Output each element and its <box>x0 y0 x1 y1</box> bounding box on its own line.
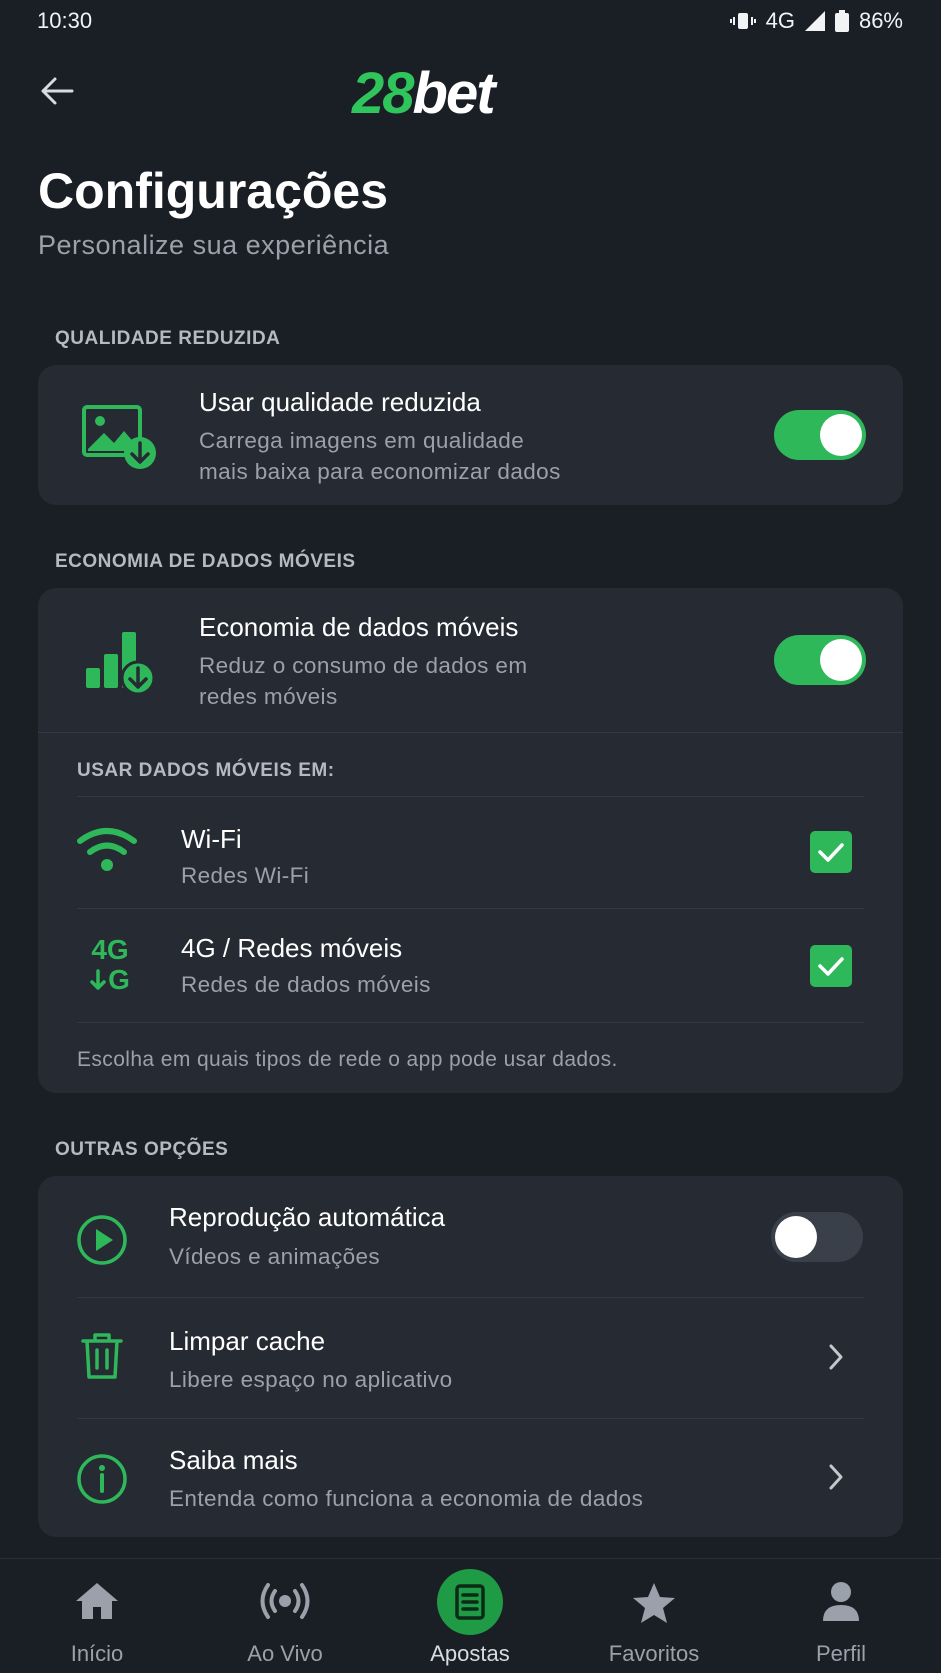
wifi-checkbox[interactable] <box>810 831 852 873</box>
reduced-quality-title: Usar qualidade reduzida <box>199 387 481 417</box>
wifi-title: Wi-Fi <box>181 824 242 854</box>
data-saver-title: Economia de dados móveis <box>199 612 519 642</box>
check-icon <box>818 957 844 976</box>
reduced-quality-row[interactable]: Usar qualidade reduzida Carrega imagens … <box>38 365 903 505</box>
back-arrow-icon <box>41 77 74 105</box>
section-label-data-saver: ECONOMIA DE DADOS MÓVEIS <box>55 551 356 572</box>
autoplay-title: Reprodução automática <box>169 1202 446 1232</box>
image-download-icon <box>80 403 160 473</box>
section-label-other: OUTRAS OPÇÕES <box>55 1139 229 1160</box>
info-circle-icon <box>76 1453 128 1505</box>
live-broadcast-icon <box>260 1581 310 1621</box>
icon-arrow-g: G <box>90 965 130 995</box>
status-icons: 4G 86% <box>729 8 903 34</box>
divider <box>38 732 903 733</box>
mobile-network-title: 4G / Redes móveis <box>181 933 403 963</box>
clear-cache-row[interactable]: Limpar cache Libere espaço no aplicativo <box>38 1298 903 1417</box>
page-title: Configurações <box>38 163 389 219</box>
learn-more-row[interactable]: Saiba mais Entenda como funciona a econo… <box>38 1419 903 1537</box>
user-icon <box>821 1581 861 1623</box>
card-data-saver: Economia de dados móveis Reduz o consumo… <box>38 588 903 1093</box>
icon-g-text: G <box>108 964 130 995</box>
reduced-quality-desc-line1: Carrega imagens em qualidade <box>199 428 525 453</box>
nav-label-home: Início <box>70 1641 124 1666</box>
wifi-row[interactable]: Wi-Fi Redes Wi-Fi <box>38 797 903 907</box>
bottom-nav: Início Ao Vivo Apostas Favoritos Perfil <box>0 1558 941 1673</box>
wifi-desc: Redes Wi-Fi <box>181 863 310 888</box>
toggle-knob <box>820 414 862 456</box>
nav-label-live: Ao Vivo <box>247 1641 323 1666</box>
data-saver-desc-line2: redes móveis <box>199 684 338 709</box>
use-data-label: USAR DADOS MÓVEIS EM: <box>77 760 335 781</box>
active-indicator <box>437 1569 503 1635</box>
data-saver-desc-line1: Reduz o consumo de dados em <box>199 653 528 678</box>
toggle-knob <box>775 1216 817 1258</box>
logo-number: 28 <box>352 61 414 126</box>
reduced-quality-desc-line2: mais baixa para economizar dados <box>199 459 561 484</box>
wifi-icon <box>76 827 138 875</box>
nav-item-profile[interactable]: Perfil <box>747 1559 935 1673</box>
clear-cache-title: Limpar cache <box>169 1326 326 1356</box>
nav-item-live[interactable]: Ao Vivo <box>191 1559 379 1673</box>
network-type: 4G <box>765 8 795 33</box>
nav-item-home[interactable]: Início <box>3 1559 191 1673</box>
nav-label-favorites: Favoritos <box>608 1641 700 1666</box>
home-icon <box>74 1581 120 1621</box>
autoplay-row[interactable]: Reprodução automática Vídeos e animações <box>38 1176 903 1297</box>
brand-logo: 28bet <box>352 56 496 132</box>
nav-item-favorites[interactable]: Favoritos <box>560 1559 748 1673</box>
network-footnote: Escolha em quais tipos de rede o app pod… <box>77 1048 618 1071</box>
learn-more-desc: Entenda como funciona a economia de dado… <box>169 1486 644 1511</box>
autoplay-desc: Vídeos e animações <box>169 1244 381 1269</box>
battery-level: 86% <box>858 8 903 33</box>
nav-label-bets: Apostas <box>430 1641 510 1666</box>
clear-cache-desc: Libere espaço no aplicativo <box>169 1367 453 1392</box>
logo-text: bet <box>412 61 496 126</box>
mobile-network-checkbox[interactable] <box>810 945 852 987</box>
card-other-options: Reprodução automática Vídeos e animações… <box>38 1176 903 1537</box>
divider <box>77 1022 864 1023</box>
autoplay-toggle[interactable] <box>771 1212 863 1262</box>
card-reduced-quality: Usar qualidade reduzida Carrega imagens … <box>38 365 903 505</box>
status-bar: 10:30 4G 86% <box>0 0 941 44</box>
play-circle-icon <box>76 1214 128 1266</box>
section-label-reduced-quality: QUALIDADE REDUZIDA <box>55 328 281 349</box>
data-saver-toggle[interactable] <box>774 635 866 685</box>
vibrate-icon <box>729 10 756 32</box>
signal-bars-download-icon <box>80 628 160 698</box>
nav-label-profile: Perfil <box>815 1641 867 1666</box>
nav-item-bets[interactable]: Apostas <box>376 1559 564 1673</box>
bet-slip-icon <box>437 1569 503 1635</box>
status-time: 10:30 <box>37 8 93 33</box>
toggle-knob <box>820 639 862 681</box>
trash-icon <box>80 1332 124 1380</box>
page-subtitle: Personalize sua experiência <box>38 230 390 260</box>
chevron-right-icon <box>821 1462 851 1492</box>
check-icon <box>818 843 844 862</box>
mobile-4g-icon: 4G G <box>78 933 142 997</box>
reduced-quality-toggle[interactable] <box>774 410 866 460</box>
battery-icon <box>834 10 849 32</box>
signal-icon <box>804 11 825 31</box>
learn-more-title: Saiba mais <box>169 1445 298 1475</box>
icon-4g-text: 4G <box>91 934 129 965</box>
star-icon <box>631 1581 677 1625</box>
down-arrow-icon <box>90 969 106 990</box>
mobile-network-row[interactable]: 4G G 4G / Redes móveis Redes de dados mó… <box>38 909 903 1021</box>
chevron-right-icon <box>821 1342 851 1372</box>
data-saver-row[interactable]: Economia de dados móveis Reduz o consumo… <box>38 588 903 732</box>
app-header: 28bet <box>0 52 941 128</box>
mobile-network-desc: Redes de dados móveis <box>181 972 431 997</box>
back-button[interactable] <box>30 64 84 118</box>
